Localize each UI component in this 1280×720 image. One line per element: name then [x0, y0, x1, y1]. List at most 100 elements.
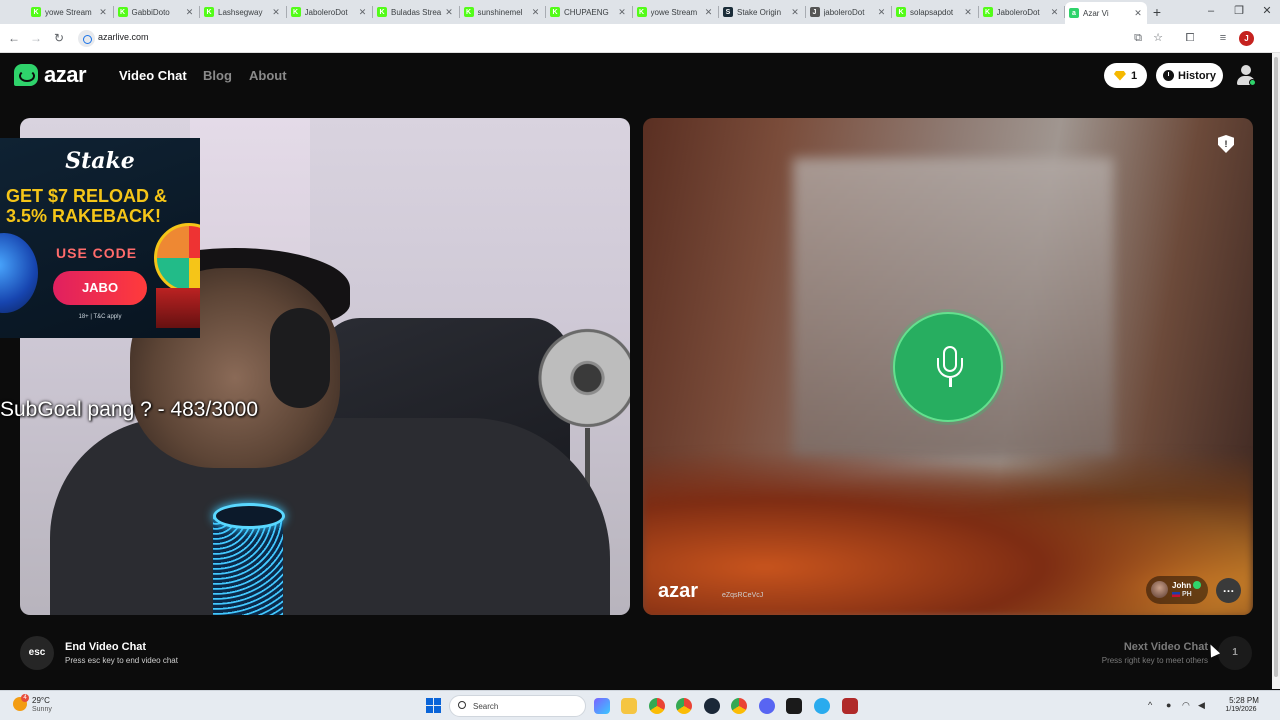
close-window-button[interactable]: ✕: [1254, 2, 1280, 20]
end-chat-key-button[interactable]: esc: [20, 636, 54, 670]
nav-about[interactable]: About: [249, 68, 287, 83]
mic-tray-icon[interactable]: ●: [1166, 700, 1171, 710]
minimize-button[interactable]: –: [1198, 2, 1224, 20]
ad-terms: 18+ | T&C apply: [78, 314, 122, 320]
ad-brand: Stake: [65, 148, 135, 174]
tab-title: jaboleroDot: [823, 7, 865, 17]
tab-close-icon[interactable]: ✕: [444, 7, 454, 18]
forward-icon[interactable]: →: [28, 30, 44, 46]
tab-close-icon[interactable]: ✕: [1133, 8, 1143, 19]
tab-close-icon[interactable]: ✕: [531, 7, 541, 18]
tab-title: CHUPAENG: [564, 7, 609, 17]
telegram-icon[interactable]: [814, 698, 830, 714]
tab-favicon-icon: K: [550, 7, 560, 17]
game-icon[interactable]: [842, 698, 858, 714]
chat-bubble-button[interactable]: [1216, 578, 1241, 603]
gem-icon: [1113, 70, 1126, 81]
tab-close-icon[interactable]: ✕: [790, 7, 800, 18]
browser-tab[interactable]: K Buladas Strea ✕: [373, 2, 458, 22]
browser-tab[interactable]: Kyowe Stream ✕: [633, 2, 718, 22]
browser-tab[interactable]: Kyowe Stream ✕: [27, 2, 112, 22]
windows-start-icon[interactable]: [426, 698, 441, 713]
page-scrollbar[interactable]: [1272, 53, 1280, 689]
peer-avatar: [1151, 581, 1168, 598]
gems-button[interactable]: 1: [1104, 63, 1147, 88]
tab-close-icon[interactable]: ✕: [358, 7, 368, 18]
browser-tab[interactable]: K JaboleroDot ✕: [979, 2, 1064, 22]
weather-temp[interactable]: 29°C: [32, 696, 50, 705]
tab-title: sunshinemel: [477, 7, 523, 17]
tab-close-icon[interactable]: ✕: [271, 7, 281, 18]
chrome-icon[interactable]: [676, 698, 692, 714]
flag-icon: [1172, 592, 1180, 597]
chrome-profile-icon[interactable]: [649, 698, 665, 714]
gems-count: 1: [1130, 69, 1138, 82]
browser-tab[interactable]: K CHUPAENG ✕: [546, 2, 631, 22]
maximize-button[interactable]: ❐: [1226, 2, 1252, 20]
browser-tab[interactable]: a Azar Vi ✕: [1065, 2, 1147, 24]
end-chat-hint: Press esc key to end video chat: [65, 656, 178, 665]
tab-close-icon[interactable]: ✕: [98, 7, 108, 18]
taskbar-date[interactable]: 1/19/2026: [1218, 706, 1264, 713]
tray-overflow-icon[interactable]: ^: [1148, 700, 1152, 710]
remote-video-pane: ! azar eZqsRCeVcJ John PH: [643, 118, 1253, 615]
tab-close-icon[interactable]: ✕: [963, 7, 973, 18]
browser-tab[interactable]: S Stake Origin ✕: [719, 2, 804, 22]
install-app-icon[interactable]: ⧉: [1131, 31, 1145, 45]
tab-close-icon[interactable]: ✕: [877, 7, 887, 18]
next-chat-key-button[interactable]: 1: [1218, 636, 1252, 670]
profile-avatar[interactable]: J: [1239, 31, 1254, 46]
tab-favicon-icon: a: [1069, 8, 1079, 18]
online-status-dot: [1249, 79, 1256, 86]
azar-logo[interactable]: azar: [14, 62, 87, 87]
new-tab-button[interactable]: +: [1148, 3, 1166, 21]
taskbar-time[interactable]: 5:28 PM: [1224, 696, 1264, 705]
url-field[interactable]: azarlive.com: [76, 28, 1156, 49]
peer-profile-chip[interactable]: John PH: [1146, 576, 1208, 604]
tab-title: GabbiDoto: [131, 7, 170, 17]
nav-blog[interactable]: Blog: [203, 68, 232, 83]
tab-close-icon[interactable]: ✕: [704, 7, 714, 18]
stake-ad-overlay: Stake GET $7 RELOAD & 3.5% RAKEBACK! USE…: [0, 138, 200, 338]
tab-favicon-icon: K: [463, 7, 474, 17]
volume-icon[interactable]: ◀: [1198, 700, 1205, 711]
history-button[interactable]: History: [1156, 63, 1223, 88]
clock-icon: [1163, 70, 1175, 81]
site-info-icon[interactable]: [78, 30, 95, 47]
tab-close-icon[interactable]: ✕: [1050, 7, 1060, 18]
next-chat-title[interactable]: Next Video Chat: [1090, 641, 1208, 653]
bookmark-star-icon[interactable]: ☆: [1151, 31, 1165, 45]
steam-icon[interactable]: [704, 698, 720, 714]
app-icon[interactable]: [786, 698, 802, 714]
browser-tab[interactable]: Ksolapsapdot ✕: [892, 2, 977, 22]
reload-icon[interactable]: ↻: [51, 30, 67, 46]
electric-fan: [535, 323, 630, 433]
tab-favicon-icon: K: [204, 7, 214, 17]
tab-close-icon[interactable]: ✕: [185, 7, 195, 18]
extensions-icon[interactable]: ⧠: [1183, 31, 1197, 45]
reading-list-icon[interactable]: ≡: [1216, 31, 1230, 45]
browser-tab[interactable]: Ksunshinemel ✕: [460, 2, 545, 22]
user-avatar-icon[interactable]: [1236, 65, 1256, 87]
browser-tab[interactable]: K GabbiDoto ✕: [114, 2, 199, 22]
nav-video-chat[interactable]: Video Chat: [119, 68, 187, 83]
back-icon[interactable]: ←: [6, 30, 22, 46]
chrome-active-icon[interactable]: [731, 698, 747, 714]
copilot-icon[interactable]: [594, 698, 610, 714]
taskbar-search[interactable]: Search: [449, 695, 586, 717]
wifi-icon[interactable]: ◠: [1182, 700, 1190, 711]
report-shield-icon[interactable]: !: [1218, 135, 1234, 153]
discord-icon[interactable]: [759, 698, 775, 714]
browser-tab[interactable]: K Lashsegway ✕: [200, 2, 285, 22]
file-explorer-icon[interactable]: [621, 698, 637, 714]
next-chat-hint: Press right key to meet others: [1101, 656, 1208, 665]
tab-close-icon[interactable]: ✕: [617, 7, 627, 18]
browser-tab[interactable]: JjaboleroDot ✕: [806, 2, 891, 22]
tab-favicon-icon: K: [377, 7, 387, 17]
search-icon: [458, 701, 466, 709]
tab-favicon-icon: K: [117, 7, 128, 17]
tab-title: Stake Origin: [737, 7, 782, 17]
tab-title: Azar Vi: [1083, 8, 1109, 18]
browser-tab[interactable]: K JaboleroDot ✕: [287, 2, 372, 22]
end-chat-title[interactable]: End Video Chat: [65, 641, 146, 653]
